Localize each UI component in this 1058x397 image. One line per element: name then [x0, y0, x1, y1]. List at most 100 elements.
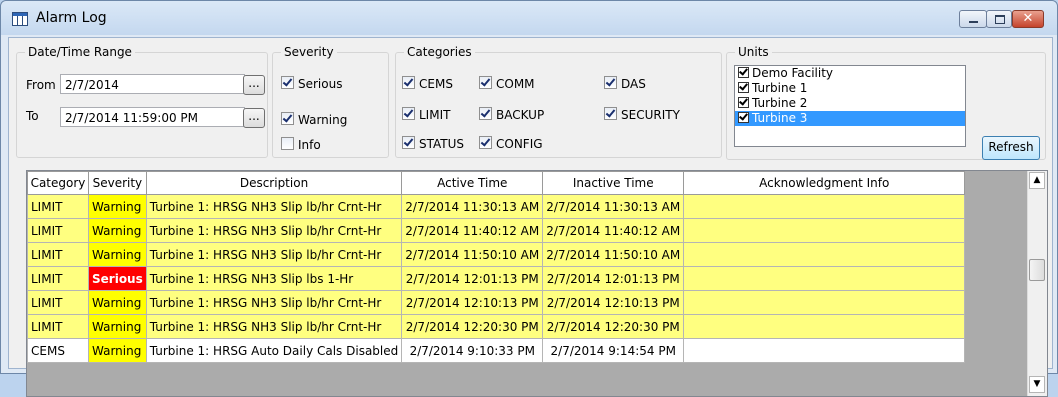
minimize-button[interactable] [959, 10, 987, 28]
unit-item-demo-facility[interactable]: Demo Facility [735, 66, 965, 81]
severity-label: Severity [281, 45, 337, 59]
category-das-checkbox[interactable]: DAS [604, 76, 646, 91]
unit-item-turbine-2[interactable]: Turbine 2 [735, 96, 965, 111]
table-icon [12, 12, 28, 26]
cell-category: LIMIT [27, 314, 89, 339]
checkbox-icon [738, 112, 749, 123]
refresh-button[interactable]: Refresh [982, 136, 1040, 160]
checkbox-icon [479, 107, 492, 120]
table-row[interactable]: CEMS Warning Turbine 1: HRSG Auto Daily … [27, 338, 966, 363]
category-security-checkbox[interactable]: SECURITY [604, 107, 680, 122]
category-security-label: SECURITY [621, 108, 680, 122]
cell-active-time: 2/7/2014 12:10:13 PM [401, 290, 544, 315]
cell-inactive-time: 2/7/2014 12:10:13 PM [542, 290, 685, 315]
cell-inactive-time: 2/7/2014 11:40:12 AM [542, 218, 685, 243]
severity-serious-label: Serious [298, 77, 343, 91]
to-browse-button[interactable]: ... [243, 108, 265, 128]
cell-category: LIMIT [27, 266, 89, 291]
cell-description: Turbine 1: HRSG NH3 Slip lb/hr Crnt-Hr [145, 218, 403, 243]
cell-acknowledgment [683, 290, 966, 315]
scroll-down-icon[interactable]: ▼ [1029, 376, 1045, 393]
cell-inactive-time: 2/7/2014 11:30:13 AM [542, 194, 685, 219]
cell-acknowledgment [683, 194, 966, 219]
table-row[interactable]: LIMIT Warning Turbine 1: HRSG NH3 Slip l… [27, 314, 966, 339]
alarm-grid[interactable]: Category Severity Description Active Tim… [26, 170, 1048, 397]
column-header-active-time[interactable]: Active Time [401, 171, 544, 195]
column-header-inactive-time[interactable]: Inactive Time [542, 171, 685, 195]
severity-serious-checkbox[interactable]: Serious [281, 76, 342, 91]
scroll-up-icon[interactable]: ▲ [1029, 172, 1045, 189]
cell-active-time: 2/7/2014 12:01:13 PM [401, 266, 544, 291]
severity-info-checkbox[interactable]: Info [281, 137, 321, 152]
checkbox-icon [281, 76, 294, 89]
cell-inactive-time: 2/7/2014 11:50:10 AM [542, 242, 685, 267]
cell-description: Turbine 1: HRSG NH3 Slip lb/hr Crnt-Hr [145, 194, 403, 219]
from-browse-button[interactable]: ... [243, 75, 265, 95]
checkbox-icon [738, 82, 749, 93]
table-row[interactable]: LIMIT Warning Turbine 1: HRSG NH3 Slip l… [27, 194, 966, 219]
unit-item-turbine-1[interactable]: Turbine 1 [735, 81, 965, 96]
cell-acknowledgment [683, 266, 966, 291]
units-listbox[interactable]: Demo Facility Turbine 1 Turbine 2 Turbin… [734, 65, 966, 147]
cell-category: CEMS [27, 338, 89, 363]
cell-acknowledgment [683, 242, 966, 267]
cell-inactive-time: 2/7/2014 12:01:13 PM [542, 266, 685, 291]
vertical-scrollbar[interactable]: ▲ ▼ [1027, 171, 1047, 396]
table-header-row: Category Severity Description Active Tim… [27, 171, 966, 195]
category-das-label: DAS [621, 77, 646, 91]
table-row[interactable]: LIMIT Warning Turbine 1: HRSG NH3 Slip l… [27, 218, 966, 243]
unit-label: Turbine 3 [752, 111, 808, 125]
category-backup-checkbox[interactable]: BACKUP [479, 107, 544, 122]
unit-item-turbine-3[interactable]: Turbine 3 [735, 111, 965, 126]
category-limit-checkbox[interactable]: LIMIT [402, 107, 450, 122]
to-label: To [26, 109, 39, 123]
category-status-label: STATUS [419, 137, 465, 151]
unit-label: Turbine 1 [752, 81, 808, 95]
category-comm-checkbox[interactable]: COMM [479, 76, 535, 91]
scroll-thumb[interactable] [1029, 259, 1045, 281]
categories-group: Categories CEMS COMM DAS LIMIT BACKUP SE… [395, 45, 722, 158]
category-cems-label: CEMS [419, 77, 453, 91]
category-config-label: CONFIG [496, 137, 543, 151]
cell-description: Turbine 1: HRSG NH3 Slip lb/hr Crnt-Hr [145, 290, 403, 315]
severity-group: Severity Serious Warning Info [272, 45, 389, 158]
unit-label: Turbine 2 [752, 96, 808, 110]
column-header-acknowledgment-info[interactable]: Acknowledgment Info [683, 171, 966, 195]
table-row[interactable]: LIMIT Serious Turbine 1: HRSG NH3 Slip l… [27, 266, 966, 291]
category-backup-label: BACKUP [496, 108, 545, 122]
from-date-input[interactable]: 2/7/2014 [60, 74, 245, 94]
maximize-button[interactable] [986, 10, 1012, 28]
checkbox-icon [479, 136, 492, 149]
cell-active-time: 2/7/2014 9:10:33 PM [401, 338, 544, 363]
table-row[interactable]: LIMIT Warning Turbine 1: HRSG NH3 Slip l… [27, 290, 966, 315]
cell-severity: Warning [88, 218, 147, 243]
checkbox-icon [479, 76, 492, 89]
column-header-category[interactable]: Category [27, 171, 89, 195]
category-status-checkbox[interactable]: STATUS [402, 136, 464, 151]
checkbox-icon [738, 97, 749, 108]
category-cems-checkbox[interactable]: CEMS [402, 76, 453, 91]
to-date-input[interactable]: 2/7/2014 11:59:00 PM [60, 107, 245, 127]
column-header-severity[interactable]: Severity [88, 171, 147, 195]
cell-active-time: 2/7/2014 11:50:10 AM [401, 242, 544, 267]
cell-acknowledgment [683, 218, 966, 243]
category-limit-label: LIMIT [419, 108, 451, 122]
date-range-group: Date/Time Range From 2/7/2014 ... To 2/7… [16, 45, 268, 158]
cell-severity: Warning [88, 338, 147, 363]
title-bar[interactable]: Alarm Log ✕ [1, 1, 1057, 35]
column-header-description[interactable]: Description [145, 171, 403, 195]
close-icon: ✕ [1022, 11, 1034, 26]
units-label: Units [735, 45, 772, 59]
alarm-log-window: Alarm Log ✕ Date/Time Range From 2/7/201… [0, 0, 1058, 397]
table-row[interactable]: LIMIT Warning Turbine 1: HRSG NH3 Slip l… [27, 242, 966, 267]
close-button[interactable]: ✕ [1012, 10, 1044, 28]
severity-warning-checkbox[interactable]: Warning [281, 112, 347, 127]
client-area: Date/Time Range From 2/7/2014 ... To 2/7… [8, 37, 1053, 397]
checkbox-icon [402, 136, 415, 149]
cell-active-time: 2/7/2014 11:40:12 AM [401, 218, 544, 243]
cell-description: Turbine 1: HRSG NH3 Slip lbs 1-Hr [145, 266, 403, 291]
cell-description: Turbine 1: HRSG NH3 Slip lb/hr Crnt-Hr [145, 242, 403, 267]
category-config-checkbox[interactable]: CONFIG [479, 136, 543, 151]
severity-warning-label: Warning [298, 113, 348, 127]
cell-description: Turbine 1: HRSG Auto Daily Cals Disabled [145, 338, 403, 363]
